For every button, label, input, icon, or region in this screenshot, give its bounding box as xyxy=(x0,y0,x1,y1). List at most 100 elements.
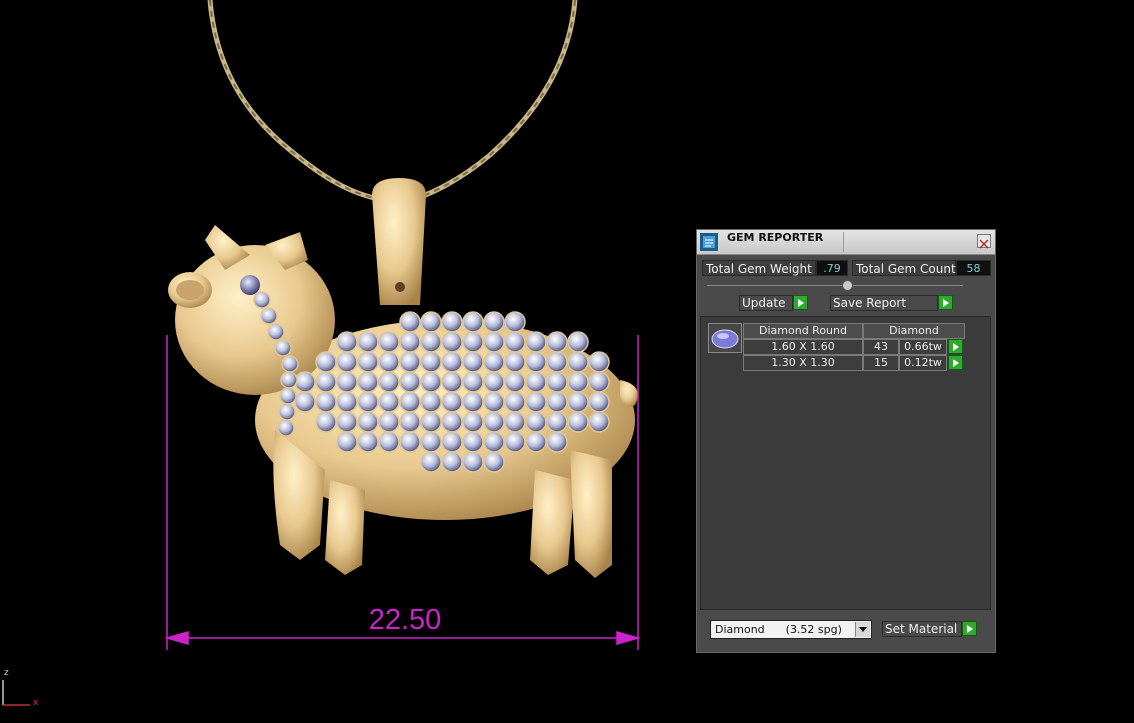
diamond-stone xyxy=(336,411,358,433)
total-gem-count-label: Total Gem Count xyxy=(852,260,956,276)
diamond-stone xyxy=(378,431,400,453)
diamond-stone xyxy=(462,371,484,393)
diamond-stone xyxy=(441,451,463,473)
diamond-stone xyxy=(483,351,505,373)
diamond-stone xyxy=(399,331,421,353)
diamond-stone xyxy=(357,331,379,353)
diamond-stone xyxy=(315,391,337,413)
diamond-stone xyxy=(357,411,379,433)
diamond-stone xyxy=(567,371,589,393)
diamond-stone xyxy=(420,451,442,473)
diamond-stone xyxy=(567,391,589,413)
diamond-stone xyxy=(483,411,505,433)
chevron-down-icon[interactable] xyxy=(855,622,870,637)
header-diamond: Diamond xyxy=(863,323,965,339)
row2-size: 1.30 X 1.30 xyxy=(743,355,863,371)
diamond-stone xyxy=(546,331,568,353)
diamond-stone xyxy=(483,391,505,413)
panel-divider xyxy=(707,285,963,286)
diamond-stone xyxy=(378,331,400,353)
total-gem-weight-value: .79 xyxy=(816,260,848,276)
diamond-stone xyxy=(399,371,421,393)
diamond-stone xyxy=(399,311,421,333)
diamond-stone xyxy=(336,391,358,413)
diamond-stone xyxy=(441,371,463,393)
diamond-stone xyxy=(546,391,568,413)
gem-reporter-icon xyxy=(700,233,718,251)
material-select-value: Diamond (3.52 spg) xyxy=(715,623,842,636)
diamond-stone xyxy=(294,391,316,413)
diamond-stone xyxy=(336,351,358,373)
row2-arrow-icon[interactable] xyxy=(948,355,963,370)
diamond-stone xyxy=(378,371,400,393)
collar-stone xyxy=(267,323,285,341)
row1-weight: 0.66tw xyxy=(899,339,947,355)
diamond-stone xyxy=(525,431,547,453)
gem-reporter-panel: GEM REPORTER Total Gem Weight .79 Total … xyxy=(696,229,996,653)
diamond-stone xyxy=(546,411,568,433)
diamond-stone xyxy=(315,351,337,373)
diamond-stone xyxy=(420,371,442,393)
set-material-arrow-icon[interactable] xyxy=(962,621,977,636)
chain xyxy=(207,0,578,203)
total-gem-weight-label: Total Gem Weight xyxy=(702,260,816,276)
collapse-knob[interactable] xyxy=(842,280,853,291)
diamond-stone xyxy=(504,351,526,373)
diamond-stone xyxy=(315,371,337,393)
diamond-stone xyxy=(336,371,358,393)
diamond-stone xyxy=(525,411,547,433)
diamond-stone xyxy=(357,351,379,373)
diamond-stone xyxy=(567,411,589,433)
diamond-stone xyxy=(525,331,547,353)
diamond-stone xyxy=(462,451,484,473)
diamond-stone xyxy=(378,351,400,373)
update-button[interactable]: Update xyxy=(739,295,793,311)
diamond-stone xyxy=(462,311,484,333)
diamond-stone xyxy=(357,391,379,413)
row1-arrow-icon[interactable] xyxy=(948,339,963,354)
diamond-stone xyxy=(483,431,505,453)
diamond-stone xyxy=(399,391,421,413)
collar-stone xyxy=(278,403,296,421)
diamond-stone xyxy=(525,391,547,413)
panel-titlebar[interactable]: GEM REPORTER xyxy=(697,230,995,255)
chain-shadow xyxy=(209,0,576,201)
diamond-stone xyxy=(420,411,442,433)
save-report-button[interactable]: Save Report xyxy=(830,295,938,311)
gem-thumbnail[interactable] xyxy=(708,323,742,353)
diamond-stone xyxy=(567,351,589,373)
diamond-stone xyxy=(336,431,358,453)
row1-size: 1.60 X 1.60 xyxy=(743,339,863,355)
row1-count: 43 xyxy=(863,339,899,355)
diamond-stone xyxy=(399,431,421,453)
diamond-stone xyxy=(441,351,463,373)
diamond-stone xyxy=(357,371,379,393)
diamond-stone xyxy=(420,391,442,413)
diamond-stone xyxy=(483,331,505,353)
axis-z-label: z xyxy=(4,668,9,678)
diamond-stone xyxy=(588,411,610,433)
diamond-stone xyxy=(525,351,547,373)
diamond-stone xyxy=(441,431,463,453)
save-report-arrow-icon[interactable] xyxy=(938,295,953,310)
diamond-stone xyxy=(315,411,337,433)
diamond-stone xyxy=(462,391,484,413)
diamond-stone xyxy=(378,391,400,413)
diamond-stone xyxy=(546,371,568,393)
diamond-stone xyxy=(399,411,421,433)
diamond-stone xyxy=(420,331,442,353)
collar-stone xyxy=(279,387,297,405)
row2-count: 15 xyxy=(863,355,899,371)
dimension-label: 22.50 xyxy=(368,604,442,636)
diamond-stone xyxy=(588,351,610,373)
set-material-button[interactable]: Set Material xyxy=(882,621,962,637)
diamond-stone xyxy=(504,431,526,453)
update-arrow-icon[interactable] xyxy=(793,295,808,310)
diamond-stone xyxy=(441,331,463,353)
close-button[interactable] xyxy=(977,234,991,249)
material-select[interactable]: Diamond (3.52 spg) xyxy=(710,620,872,639)
diamond-stone xyxy=(420,351,442,373)
collar-stone xyxy=(281,355,299,373)
diamond-stone xyxy=(462,431,484,453)
header-diamond-round: Diamond Round xyxy=(743,323,863,339)
